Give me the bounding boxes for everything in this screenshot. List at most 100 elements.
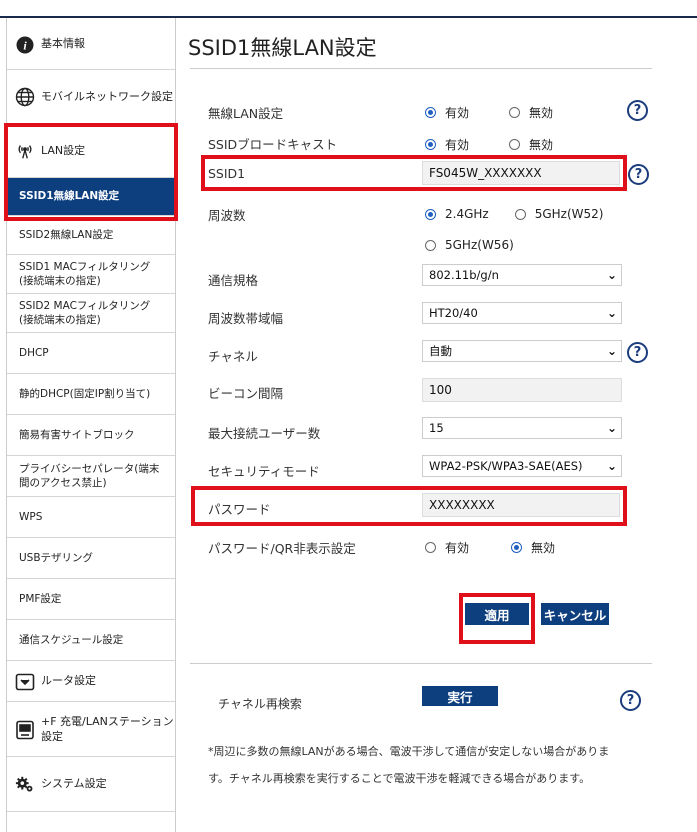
- sidebar-item-ssid1-mac-filter[interactable]: SSID1 MACフィルタリング (接続端末の指定): [7, 256, 175, 294]
- divider: [190, 663, 652, 664]
- radio-on[interactable]: [425, 208, 436, 220]
- password-input[interactable]: XXXXXXXX: [422, 493, 620, 517]
- ssid-broadcast-off[interactable]: 無効: [509, 136, 553, 153]
- radio-off[interactable]: [425, 542, 436, 553]
- page-title: SSID1無線LAN設定: [188, 36, 377, 60]
- beacon-input[interactable]: 100: [422, 378, 622, 402]
- sidebar-item-lan-settings[interactable]: LAN設定: [7, 125, 175, 178]
- sidebar-item-static-dhcp[interactable]: 静的DHCP(固定IP割り当て): [7, 375, 175, 415]
- help-icon[interactable]: ?: [620, 690, 641, 711]
- radio-label: 有効: [445, 106, 470, 120]
- chevron-down-icon: ⌄: [606, 306, 617, 320]
- execute-button[interactable]: 実行: [422, 686, 498, 706]
- sidebar-item-mobile-network[interactable]: モバイルネットワーク設定: [7, 71, 175, 124]
- channel-rescan-label: チャネル再検索: [218, 697, 302, 711]
- frequency-5ghz-w52[interactable]: 5GHz(W52): [514, 207, 604, 221]
- sidebar-item-ssid1-wlan[interactable]: SSID1無線LAN設定: [7, 178, 175, 216]
- router-icon: [15, 672, 35, 692]
- sidebar-item-label: システム設定: [41, 777, 107, 791]
- wireless-lan-label: 無線LAN設定: [208, 106, 284, 121]
- sidebar-item-label: LAN設定: [41, 143, 86, 157]
- sidebar-item-label: +F 充電/LANステーション 設定: [41, 715, 174, 743]
- ssid1-input[interactable]: FS045W_XXXXXXX: [422, 161, 620, 185]
- sidebar: i 基本情報 モバイルネットワーク設定 LAN設定 SSID1無線LAN設定 S…: [6, 18, 176, 832]
- channel-rescan-note: *周辺に多数の無線LANがある場合、電波干渉して通信が安定しない場合があります。…: [208, 745, 610, 785]
- sidebar-item-label: PMF設定: [19, 592, 62, 605]
- radio-label: 有効: [445, 138, 470, 152]
- sidebar-item-label: DHCP: [19, 346, 49, 359]
- apply-button[interactable]: 適用: [465, 603, 529, 625]
- sidebar-item-station-settings[interactable]: +F 充電/LANステーション 設定: [7, 703, 175, 757]
- sidebar-item-wps[interactable]: WPS: [7, 498, 175, 538]
- radio-off[interactable]: [509, 139, 521, 150]
- radio-on[interactable]: [511, 542, 523, 553]
- sidebar-item-label: 基本情報: [41, 37, 85, 51]
- help-icon[interactable]: ?: [628, 164, 649, 185]
- sidebar-item-pmf[interactable]: PMF設定: [7, 580, 175, 620]
- standard-select[interactable]: 802.11b/g/n ⌄: [422, 264, 622, 286]
- help-icon[interactable]: ?: [627, 342, 648, 363]
- channel-select[interactable]: 自動 ⌄: [422, 340, 622, 362]
- sidebar-item-label: SSID2無線LAN設定: [19, 228, 114, 241]
- radio-on[interactable]: [425, 139, 436, 150]
- sidebar-item-label: SSID2 MACフィルタリング (接続端末の指定): [19, 299, 151, 326]
- chevron-down-icon: ⌄: [606, 344, 617, 358]
- sidebar-item-usb-tethering[interactable]: USBテザリング: [7, 539, 175, 579]
- station-icon: [15, 720, 35, 740]
- wireless-lan-off[interactable]: 無効: [509, 104, 553, 121]
- frequency-radio-group-2: 5GHz(W56): [425, 238, 554, 252]
- sidebar-item-router-settings[interactable]: ルータ設定: [7, 662, 175, 702]
- wireless-lan-on[interactable]: 有効: [425, 104, 469, 121]
- sidebar-item-site-block[interactable]: 簡易有害サイトブロック: [7, 416, 175, 456]
- sidebar-item-label: ルータ設定: [41, 674, 96, 688]
- sidebar-item-privacy-separator[interactable]: プライバシーセパレータ(端末 間のアクセス禁止): [7, 457, 175, 497]
- ssid-broadcast-radio-group: 有効 無効: [425, 136, 593, 153]
- chevron-down-icon: ⌄: [606, 459, 617, 473]
- hide-password-label: パスワード/QR非表示設定: [208, 541, 356, 556]
- frequency-5ghz-w56[interactable]: 5GHz(W56): [425, 238, 514, 252]
- frequency-24ghz[interactable]: 2.4GHz: [425, 207, 489, 221]
- radio-off[interactable]: [425, 239, 436, 251]
- ssid1-label: SSID1: [208, 166, 246, 181]
- select-value: 802.11b/g/n: [429, 268, 499, 282]
- help-icon[interactable]: ?: [627, 100, 648, 121]
- bandwidth-select[interactable]: HT20/40 ⌄: [422, 302, 622, 324]
- globe-icon: [15, 87, 35, 107]
- radio-off[interactable]: [509, 107, 521, 118]
- sidebar-item-ssid2-mac-filter[interactable]: SSID2 MACフィルタリング (接続端末の指定): [7, 295, 175, 333]
- security-select[interactable]: WPA2-PSK/WPA3-SAE(AES) ⌄: [422, 455, 622, 477]
- password-label: パスワード: [208, 502, 271, 517]
- ssid-broadcast-label: SSIDブロードキャスト: [208, 137, 338, 152]
- sidebar-item-ssid2-wlan[interactable]: SSID2無線LAN設定: [7, 217, 175, 255]
- select-value: 15: [429, 421, 444, 435]
- sidebar-item-label: SSID1 MACフィルタリング (接続端末の指定): [19, 260, 151, 287]
- hide-password-off[interactable]: 無効: [511, 539, 555, 556]
- bandwidth-label: 周波数帯域幅: [208, 311, 284, 326]
- sidebar-item-label: 通信スケジュール設定: [19, 633, 124, 646]
- radio-label: 5GHz(W56): [445, 238, 514, 252]
- sidebar-item-schedule[interactable]: 通信スケジュール設定: [7, 621, 175, 661]
- max-users-select[interactable]: 15 ⌄: [422, 417, 622, 439]
- frequency-radio-group: 2.4GHz 5GHz(W52): [425, 207, 643, 221]
- radio-label: 有効: [445, 541, 470, 555]
- sidebar-item-dhcp[interactable]: DHCP: [7, 334, 175, 374]
- sidebar-item-system-settings[interactable]: システム設定: [7, 758, 175, 812]
- sidebar-item-label: 簡易有害サイトブロック: [19, 428, 135, 441]
- cancel-button[interactable]: キャンセル: [541, 603, 609, 625]
- radio-on[interactable]: [425, 107, 436, 118]
- hide-password-on[interactable]: 有効: [425, 539, 469, 556]
- wireless-lan-radio-group: 有効 無効: [425, 104, 593, 121]
- radio-label: 無効: [529, 106, 554, 120]
- divider: [190, 68, 652, 69]
- ssid-broadcast-on[interactable]: 有効: [425, 136, 469, 153]
- sidebar-item-label: プライバシーセパレータ(端末 間のアクセス禁止): [19, 462, 160, 489]
- chevron-down-icon: ⌄: [606, 268, 617, 282]
- radio-label: 2.4GHz: [445, 207, 489, 221]
- radio-label: 5GHz(W52): [534, 207, 604, 221]
- sidebar-item-basic-info[interactable]: i 基本情報: [7, 20, 175, 70]
- max-users-label: 最大接続ユーザー数: [208, 426, 321, 441]
- radio-off[interactable]: [514, 208, 526, 220]
- main-content: SSID1無線LAN設定 無線LAN設定 有効 無効 ? SSIDブロードキャス…: [176, 18, 697, 832]
- info-icon: i: [15, 35, 35, 55]
- wireless-antenna-icon: [15, 141, 35, 161]
